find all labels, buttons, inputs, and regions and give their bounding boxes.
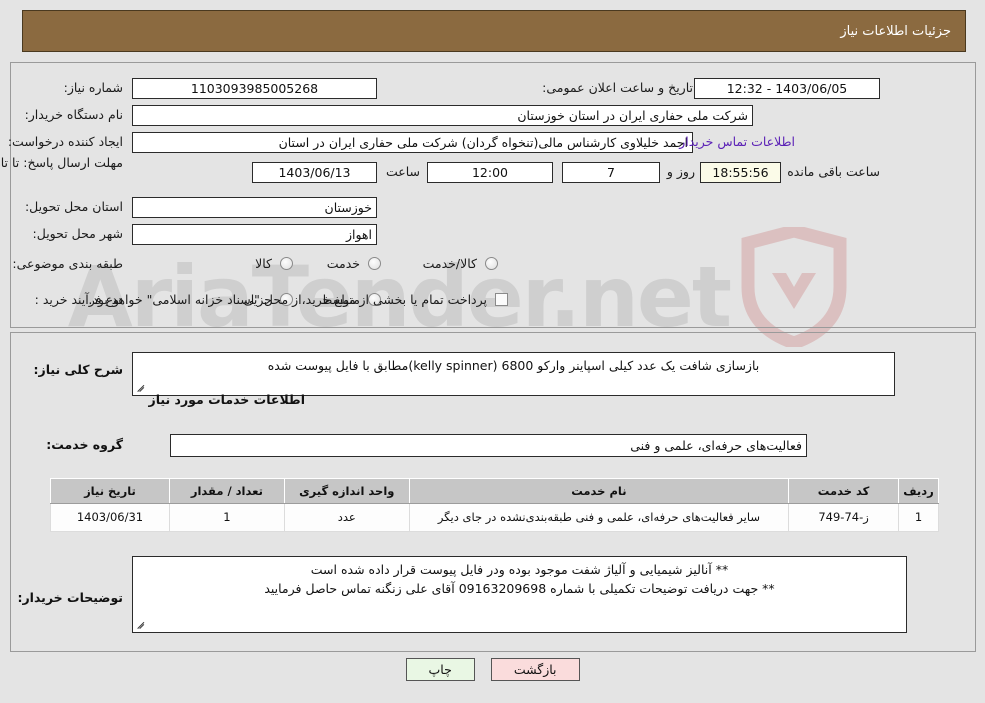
remaining-days-value: 7: [562, 162, 660, 183]
public-announce-row: تاریخ و ساعت اعلان عمومی:: [542, 80, 693, 95]
col-name: نام خدمت: [408, 478, 790, 504]
countdown-timer: 18:55:56: [700, 162, 781, 183]
buyer-notes-label: توضیحات خریدار:: [17, 590, 123, 605]
resize-grip-icon[interactable]: [135, 619, 147, 631]
deadline-time-value: 12:00: [427, 162, 553, 183]
buyer-notes-line-1: ** آنالیز شیمیایی و آلیاژ شفت موجود بوده…: [310, 562, 729, 577]
page-header-band: جزئیات اطلاعات نیاز: [22, 10, 966, 52]
requester-label: ایجاد کننده درخواست:: [7, 134, 123, 149]
radio-goods-icon[interactable]: [280, 257, 293, 270]
deadline-label: مهلت ارسال پاسخ: تا تاریخ:: [0, 155, 123, 170]
countdown-label: ساعت باقی مانده: [787, 164, 880, 179]
buyer-notes-textarea[interactable]: ** آنالیز شیمیایی و آلیاژ شفت موجود بوده…: [132, 556, 907, 633]
checkbox-treasury-bond-icon[interactable]: [495, 293, 508, 306]
resize-grip-icon[interactable]: [135, 382, 147, 394]
print-button[interactable]: چاپ: [405, 658, 475, 681]
table-row: 1 ز-74-749 سایر فعالیت‌های حرفه‌ای، علمی…: [50, 503, 939, 532]
table-header-row: ردیف کد خدمت نام خدمت واحد اندازه گیری ت…: [50, 478, 939, 504]
services-section-heading: اطلاعات خدمات مورد نیاز: [148, 392, 306, 407]
services-table: ردیف کد خدمت نام خدمت واحد اندازه گیری ت…: [50, 478, 939, 532]
category-row-label: طبقه بندی موضوعی:: [12, 256, 123, 271]
service-group-label: گروه خدمت:: [46, 437, 123, 452]
buyer-org-value: شرکت ملی حفاری ایران در استان خوزستان: [132, 105, 753, 126]
requester-value: احمد خلیلاوی کارشناس مالی(تنخواه گردان) …: [132, 132, 693, 153]
col-unit: واحد اندازه گیری: [283, 478, 410, 504]
public-announce-label: تاریخ و ساعت اعلان عمومی:: [542, 80, 693, 95]
cell-qty: 1: [168, 503, 285, 532]
category-option-goods-service-label: کالا/خدمت: [422, 256, 477, 271]
service-group-value: فعالیت‌های حرفه‌ای، علمی و فنی: [170, 434, 807, 457]
treasury-bond-label: پرداخت تمام یا بخشی از مبلغ خرید،از محل …: [88, 292, 487, 307]
requester-row: ایجاد کننده درخواست:: [8, 134, 123, 149]
public-announce-value: 1403/06/05 - 12:32: [694, 78, 880, 99]
city-value: اهواز: [132, 224, 377, 245]
buyer-notes-line-2: ** جهت دریافت توضیحات تکمیلی با شماره 09…: [264, 580, 775, 596]
col-index: ردیف: [898, 478, 939, 504]
category-label: طبقه بندی موضوعی:: [12, 256, 123, 271]
radio-goods-service-icon[interactable]: [485, 257, 498, 270]
province-value: خوزستان: [132, 197, 377, 218]
remaining-days-label: روز و: [666, 164, 695, 179]
category-option-goods-label: کالا: [255, 256, 272, 271]
cell-index: 1: [898, 503, 939, 532]
description-text: بازسازی شافت یک عدد کیلی اسپاینر وارکو 6…: [267, 358, 760, 373]
col-date: تاریخ نیاز: [50, 478, 170, 504]
cell-date: 1403/06/31: [50, 503, 170, 532]
buyer-org-label: نام دستگاه خریدار:: [24, 107, 123, 122]
back-button[interactable]: بازگشت: [490, 658, 580, 681]
cell-code: ز-74-749: [788, 503, 900, 532]
col-code: کد خدمت: [788, 478, 900, 504]
city-row: شهر محل تحویل:: [33, 226, 123, 241]
deadline-row: مهلت ارسال پاسخ: تا تاریخ:: [0, 155, 123, 170]
need-number-label: شماره نیاز:: [63, 80, 123, 95]
buyer-contact-link[interactable]: اطلاعات تماس خریدار: [679, 134, 795, 149]
category-option-goods-service[interactable]: کالا/خدمت: [423, 256, 498, 271]
deadline-date-value: 1403/06/13: [252, 162, 377, 183]
hour-label: ساعت: [385, 164, 420, 179]
province-row: استان محل تحویل:: [25, 199, 123, 214]
col-qty: تعداد / مقدار: [168, 478, 285, 504]
cell-unit: عدد: [283, 503, 410, 532]
description-label: شرح کلی نیاز:: [33, 362, 123, 377]
city-label: شهر محل تحویل:: [32, 226, 123, 241]
province-label: استان محل تحویل:: [24, 199, 123, 214]
cell-name: سایر فعالیت‌های حرفه‌ای، علمی و فنی طبقه…: [408, 503, 790, 532]
page-title: جزئیات اطلاعات نیاز: [840, 23, 951, 39]
need-number-value: 1103093985005268: [132, 78, 377, 99]
category-option-service[interactable]: خدمت: [327, 256, 381, 271]
radio-service-icon[interactable]: [368, 257, 381, 270]
treasury-bond-option[interactable]: پرداخت تمام یا بخشی از مبلغ خرید،از محل …: [88, 292, 508, 307]
need-info-panel: [10, 62, 976, 328]
need-number-row: شماره نیاز:: [64, 80, 123, 95]
category-option-service-label: خدمت: [326, 256, 360, 271]
page-root: جزئیات اطلاعات نیاز شماره نیاز: 11030939…: [0, 0, 985, 703]
buyer-org-row: نام دستگاه خریدار:: [25, 107, 123, 122]
action-button-bar: بازگشت چاپ: [0, 658, 985, 681]
description-textarea[interactable]: بازسازی شافت یک عدد کیلی اسپاینر وارکو 6…: [132, 352, 895, 396]
category-option-goods[interactable]: کالا: [255, 256, 293, 271]
